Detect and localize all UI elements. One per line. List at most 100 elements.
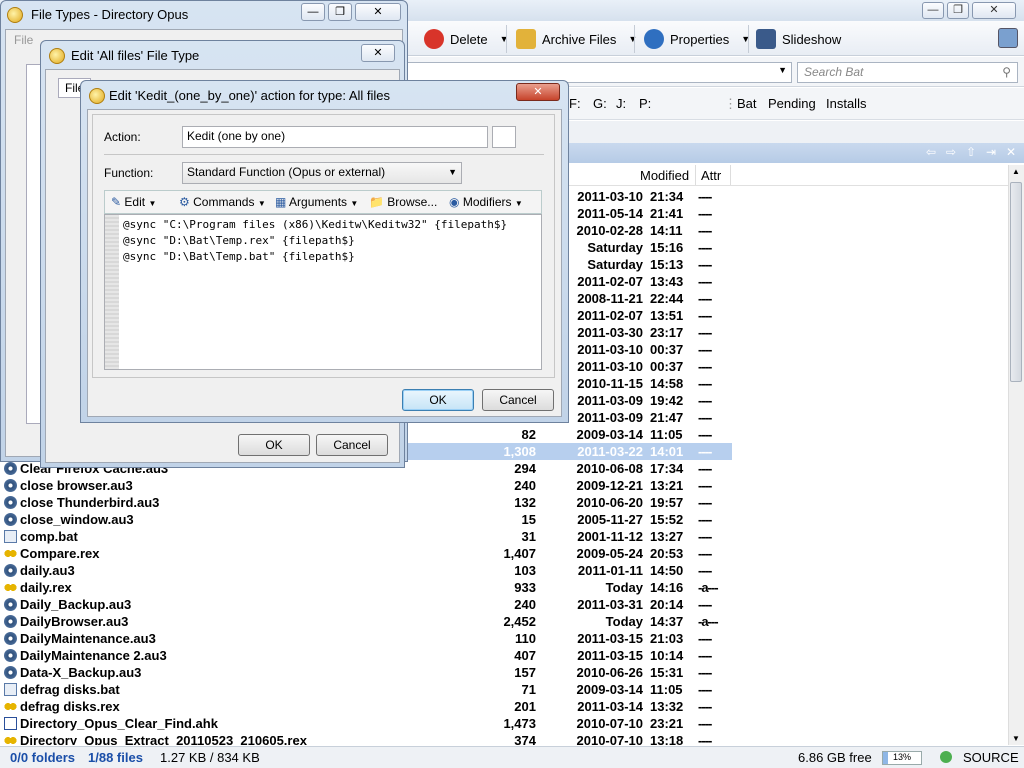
commands-menu-button[interactable]: ⚙ Commands ▼ — [179, 195, 266, 209]
file-time: 14:11 — [650, 223, 683, 238]
file-row[interactable]: daily.au3 103 2011-01-11 14:50 ---- — [0, 562, 1008, 579]
file-name[interactable]: close_window.au3 — [20, 512, 134, 527]
edit-type-cancel-button[interactable]: Cancel — [316, 434, 388, 456]
file-row[interactable]: Compare.rex 1,407 2009-05-24 20:53 ---- — [0, 545, 1008, 562]
action-icon-button[interactable] — [492, 126, 516, 148]
properties-button[interactable]: Properties ▼ — [644, 27, 750, 51]
file-name[interactable]: close Thunderbird.au3 — [20, 495, 159, 510]
status-files[interactable]: 1/88 files — [88, 750, 143, 765]
file-name[interactable]: Daily_Backup.au3 — [20, 597, 131, 612]
ft-close-button[interactable]: ✕ — [355, 3, 401, 21]
arguments-menu-button[interactable]: ▦ Arguments ▼ — [275, 195, 358, 209]
favorite-bat[interactable]: Bat — [737, 96, 757, 111]
file-row[interactable]: comp.bat 31 2001-11-12 13:27 ---- — [0, 528, 1008, 545]
action-dialog-close-button[interactable]: ✕ — [516, 83, 560, 101]
slideshow-button[interactable]: Slideshow — [756, 27, 841, 51]
scroll-up-icon[interactable]: ▲ — [1012, 167, 1020, 176]
favorite-pending[interactable]: Pending — [768, 96, 816, 111]
file-name[interactable]: Compare.rex — [20, 546, 99, 561]
code-line[interactable]: @sync "D:\Bat\Temp.bat" {filepath$} — [123, 249, 507, 265]
dropdown-arrow-icon[interactable]: ▼ — [778, 65, 787, 75]
file-row[interactable]: defrag disks.bat 71 2009-03-14 11:05 ---- — [0, 681, 1008, 698]
status-folders[interactable]: 0/0 folders — [10, 750, 75, 765]
action-cancel-button[interactable]: Cancel — [482, 389, 554, 411]
file-row[interactable]: close Thunderbird.au3 132 2010-06-20 19:57-… — [0, 494, 1008, 511]
file-row[interactable]: daily.rex 933 Today 14:16 -a--- — [0, 579, 1008, 596]
back-icon[interactable]: ⇦ — [926, 145, 936, 159]
archive-files-button[interactable]: Archive Files ▼ — [516, 27, 637, 51]
minimize-button[interactable]: — — [922, 2, 944, 19]
file-name[interactable]: daily.rex — [20, 580, 72, 595]
forward-icon[interactable]: ⇨ — [946, 145, 956, 159]
file-attr: ---- — [698, 512, 712, 527]
file-size: 157 — [514, 665, 536, 680]
menu-file[interactable]: File — [14, 33, 33, 47]
file-name[interactable]: DailyMaintenance 2.au3 — [20, 648, 167, 663]
up-icon[interactable]: ⇧ — [966, 145, 976, 159]
file-row[interactable]: Directory_Opus_Clear_Find.ahk 1,473 2010-0… — [0, 715, 1008, 732]
edit-menu-button[interactable]: ✎ Edit ▼ — [111, 195, 156, 209]
action-ok-button[interactable]: OK — [402, 389, 474, 411]
expand-icon[interactable]: ⇥ — [986, 145, 996, 159]
drive-p[interactable]: P: — [639, 96, 651, 111]
column-attr[interactable]: Attr — [701, 168, 721, 183]
file-row[interactable]: Daily_Backup.au3 240 2011-03-31 20:14 ---- — [0, 596, 1008, 613]
action-dialog-body: Action: Kedit (one by one) Function: Sta… — [87, 109, 562, 417]
file-attr: ---- — [698, 206, 712, 221]
search-input[interactable]: Search Bat ⚲ — [797, 62, 1018, 83]
file-time: 21:41 — [650, 206, 684, 221]
file-name[interactable]: defrag disks.rex — [20, 699, 120, 714]
toolbar-separator — [634, 25, 635, 53]
file-row[interactable]: Data-X_Backup.au3 157 2010-06-26 15:31 ---- — [0, 664, 1008, 681]
file-size: 201 — [514, 699, 536, 714]
file-name[interactable]: daily.au3 — [20, 563, 75, 578]
file-date: Today — [605, 580, 643, 595]
file-row[interactable]: Directory_Opus_Extract_20110523_210605.r… — [0, 732, 1008, 745]
ft-maximize-button[interactable]: ❐ — [328, 3, 352, 21]
file-name[interactable]: defrag disks.bat — [20, 682, 120, 697]
file-name[interactable]: comp.bat — [20, 529, 78, 544]
column-modified[interactable]: Modified — [640, 168, 689, 183]
file-row[interactable]: defrag disks.rex 201 2011-03-14 13:32 ---- — [0, 698, 1008, 715]
ft-minimize-button[interactable]: — — [301, 3, 325, 21]
file-name[interactable]: Data-X_Backup.au3 — [20, 665, 141, 680]
function-select[interactable]: Standard Function (Opus or external) ▼ — [182, 162, 462, 184]
command-code[interactable]: @sync "C:\Program files (x86)\Keditw\Ked… — [123, 217, 507, 265]
favorite-installs[interactable]: Installs — [826, 96, 866, 111]
close-lister-icon[interactable]: ✕ — [1006, 145, 1016, 159]
au3-file-icon — [4, 632, 17, 645]
maximize-button[interactable]: ❐ — [947, 2, 969, 19]
file-attr: ---- — [698, 495, 712, 510]
file-row[interactable]: DailyMaintenance.au3 110 2011-03-15 21:03 --… — [0, 630, 1008, 647]
file-name[interactable]: Directory_Opus_Extract_20110523_210605.r… — [20, 733, 307, 745]
drive-g[interactable]: G: — [593, 96, 607, 111]
delete-button[interactable]: Delete ▼ — [424, 27, 509, 51]
file-time: 13:51 — [650, 308, 684, 323]
command-editor[interactable]: @sync "C:\Program files (x86)\Keditw\Ked… — [104, 214, 542, 370]
scroll-down-icon[interactable]: ▼ — [1012, 734, 1020, 743]
close-button[interactable]: ✕ — [972, 2, 1016, 19]
drive-j[interactable]: J: — [616, 96, 626, 111]
layout-icon[interactable] — [998, 28, 1018, 48]
file-name[interactable]: DailyMaintenance.au3 — [20, 631, 156, 646]
file-row[interactable]: DailyBrowser.au3 2,452 Today 14:37 -a--- — [0, 613, 1008, 630]
search-icon[interactable]: ⚲ — [1002, 63, 1011, 82]
modifiers-menu-button[interactable]: ◉ Modifiers ▼ — [449, 195, 523, 209]
browse-button[interactable]: 📁 Browse... — [369, 195, 437, 209]
file-row[interactable]: DailyMaintenance 2.au3 407 2011-03-15 10:14… — [0, 647, 1008, 664]
code-line[interactable]: @sync "C:\Program files (x86)\Keditw\Ked… — [123, 217, 507, 233]
scroll-thumb[interactable] — [1010, 182, 1022, 382]
file-name[interactable]: close browser.au3 — [20, 478, 133, 493]
action-name-field[interactable]: Kedit (one by one) — [182, 126, 488, 148]
drive-f[interactable]: F: — [569, 96, 581, 111]
file-row[interactable]: close_window.au3 15 2005-11-27 15:52 ---- — [0, 511, 1008, 528]
file-name[interactable]: Directory_Opus_Clear_Find.ahk — [20, 716, 218, 731]
edit-type-ok-button[interactable]: OK — [238, 434, 310, 456]
file-attr: ---- — [698, 716, 712, 731]
edit-type-close-button[interactable]: ✕ — [361, 44, 395, 62]
code-line[interactable]: @sync "D:\Bat\Temp.rex" {filepath$} — [123, 233, 507, 249]
function-label: Function: — [104, 166, 154, 180]
file-name[interactable]: DailyBrowser.au3 — [20, 614, 128, 629]
au3-file-icon — [4, 513, 17, 526]
file-row[interactable]: close browser.au3 240 2009-12-21 13:21 ---- — [0, 477, 1008, 494]
